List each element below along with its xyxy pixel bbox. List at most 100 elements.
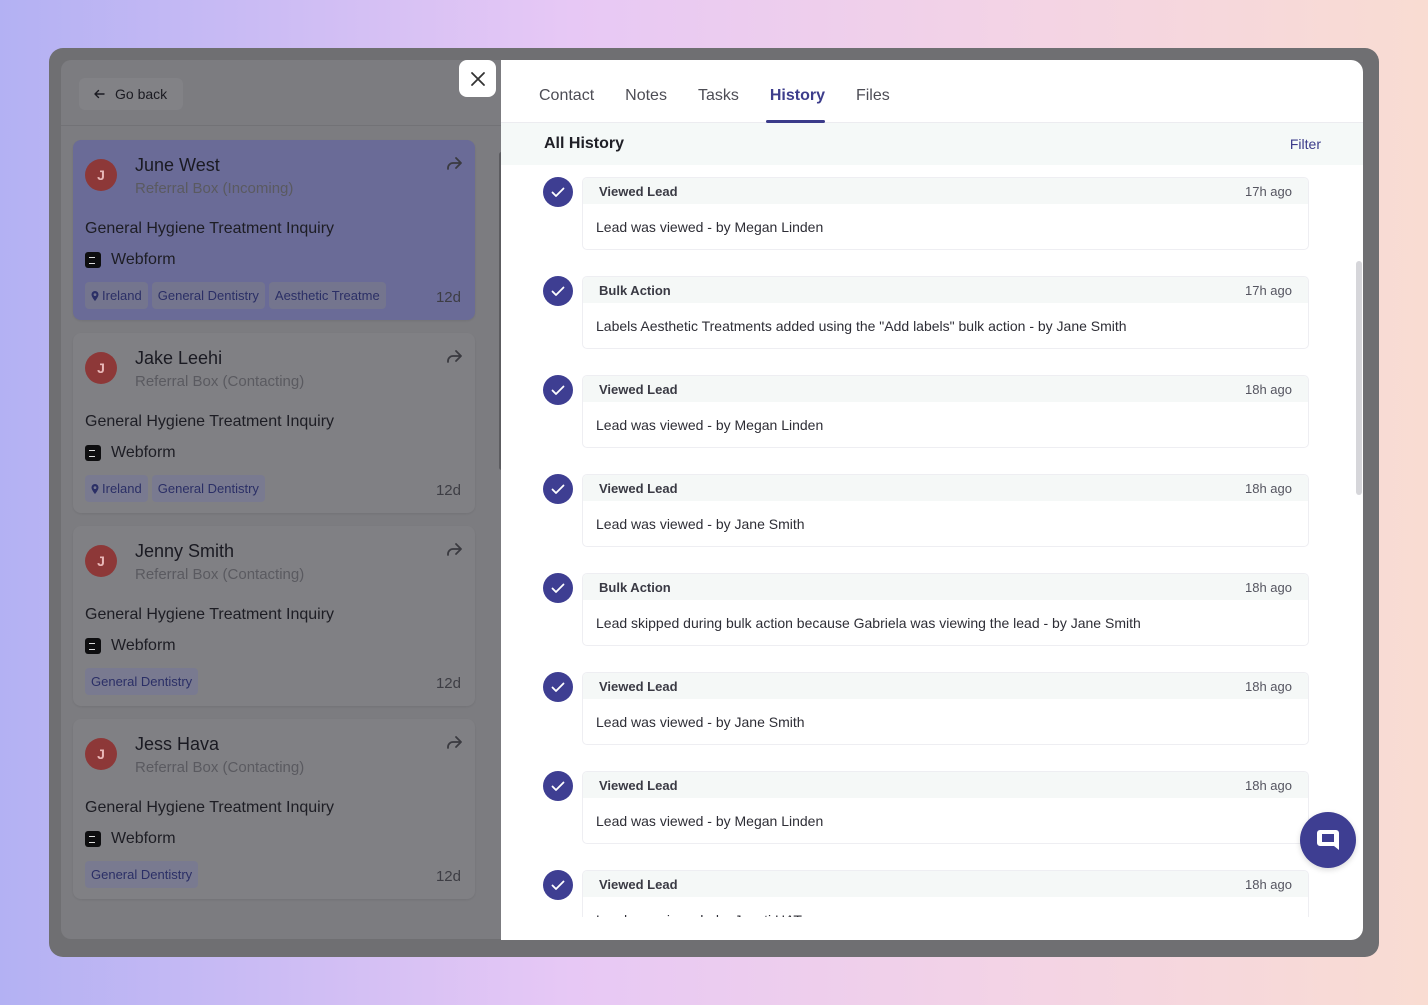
lead-name: Jake Leehi (135, 348, 223, 368)
lead-status: Referral Box (Contacting) (135, 373, 305, 390)
lead-tag-label: Ireland (102, 288, 142, 303)
history-text: Lead was viewed - by Megan Linden (596, 219, 824, 235)
history-time: 18h ago (1245, 480, 1292, 496)
history-card: Viewed Lead 18h ago Lead was viewed - by J… (582, 672, 1309, 745)
share-arrow-icon[interactable] (445, 541, 463, 559)
history-text: Lead was viewed - by Jane Smith (596, 714, 805, 730)
share-arrow-icon[interactable] (445, 348, 463, 366)
history-text: Labels Aesthetic Treatments added using … (596, 318, 1127, 334)
lead-tags: Ireland General Dentistry (85, 475, 265, 502)
form-icon (85, 638, 101, 654)
share-arrow-icon[interactable] (445, 734, 463, 752)
lead-list: J June West Referral Box (Incoming) General… (73, 140, 475, 912)
history-time: 18h ago (1245, 579, 1292, 595)
tab-files[interactable]: Files (856, 60, 890, 123)
lead-status: Referral Box (Incoming) (135, 180, 294, 197)
lead-source-label: Webform (111, 830, 176, 847)
history-scrollbar[interactable] (1356, 261, 1362, 495)
map-pin-icon (91, 290, 99, 301)
lead-tags: General Dentistry (85, 668, 199, 695)
history-type: Viewed Lead (599, 381, 678, 397)
form-icon (85, 445, 101, 461)
chat-launcher-button[interactable] (1300, 812, 1356, 868)
history-card: Bulk Action 17h ago Labels Aesthetic Treat… (582, 276, 1309, 349)
history-text: Lead was viewed - by Megan Linden (596, 417, 824, 433)
lead-inquiry: General Hygiene Treatment Inquiry (85, 606, 335, 623)
lead-age: 12d (435, 675, 461, 692)
lead-age: 12d (435, 868, 461, 885)
detail-tabs: Contact Notes Tasks History Files (501, 60, 1363, 123)
history-card-header: Viewed Lead 17h ago (583, 178, 1308, 204)
lead-name: Jenny Smith (135, 541, 235, 561)
lead-card[interactable]: J Jess Hava Referral Box (Contacting) Gener… (73, 719, 475, 899)
lead-source-label: Webform (111, 251, 176, 268)
close-icon (470, 71, 485, 86)
check-icon (543, 672, 573, 702)
lead-card[interactable]: J Jake Leehi Referral Box (Contacting) Gene… (73, 333, 475, 513)
map-pin-icon (91, 483, 99, 494)
check-icon (543, 573, 573, 603)
history-card: Viewed Lead 18h ago Lead was viewed - by M… (582, 375, 1309, 448)
avatar: J (85, 738, 117, 770)
go-back-label: Go back (115, 86, 168, 102)
lead-tag: General Dentistry (85, 668, 199, 695)
check-icon (543, 474, 573, 504)
history-time: 18h ago (1245, 381, 1292, 397)
lead-detail-panel: Contact Notes Tasks History Files All Histor… (501, 60, 1363, 940)
tab-tasks[interactable]: Tasks (698, 60, 739, 123)
share-arrow-icon[interactable] (445, 155, 463, 173)
check-icon (543, 375, 573, 405)
history-type: Viewed Lead (599, 777, 678, 793)
lead-source-label: Webform (111, 637, 176, 654)
lead-list-panel: Go back J June West Referral Box (Incoming… (61, 60, 511, 939)
go-back-button[interactable]: Go back (79, 78, 184, 110)
history-title: All History (544, 135, 625, 152)
history-card-header: Viewed Lead 18h ago (583, 871, 1308, 897)
lead-list-header: Go back (61, 60, 511, 126)
lead-tag-label: Aesthetic Treatme (274, 288, 380, 303)
lead-tag-label: General Dentistry (91, 674, 193, 689)
lead-age: 12d (435, 482, 461, 499)
lead-card[interactable]: J Jenny Smith Referral Box (Contacting) Gen… (73, 526, 475, 706)
history-time: 18h ago (1245, 777, 1292, 793)
close-button[interactable] (459, 60, 496, 97)
lead-tag: General Dentistry (151, 282, 265, 309)
check-icon (543, 177, 573, 207)
history-card-header: Bulk Action 18h ago (583, 574, 1308, 600)
history-text: Lead was viewed - by Jane Smith (596, 516, 805, 532)
avatar: J (85, 352, 117, 384)
history-card: Viewed Lead 18h ago Lead was viewed - by M… (582, 771, 1309, 844)
history-text: Lead skipped during bulk action because … (596, 615, 1141, 631)
lead-tag: Ireland (85, 282, 148, 309)
arrow-left-icon (94, 89, 105, 99)
history-time: 18h ago (1245, 876, 1292, 892)
lead-tag: Aesthetic Treatme (268, 282, 386, 309)
history-type: Viewed Lead (599, 480, 678, 496)
history-type: Bulk Action (599, 579, 671, 595)
lead-name: Jess Hava (135, 734, 220, 754)
tab-contact[interactable]: Contact (539, 60, 594, 123)
check-icon (543, 771, 573, 801)
tab-history[interactable]: History (765, 60, 826, 123)
lead-source: Webform (85, 830, 176, 848)
form-icon (85, 831, 101, 847)
history-type: Viewed Lead (599, 876, 678, 892)
filter-link[interactable]: Filter (1290, 136, 1321, 152)
lead-tag-label: General Dentistry (157, 481, 259, 496)
history-card-header: Viewed Lead 18h ago (583, 673, 1308, 699)
lead-source: Webform (85, 444, 176, 462)
lead-status: Referral Box (Contacting) (135, 759, 305, 776)
lead-tag-label: General Dentistry (91, 867, 193, 882)
history-card-header: Viewed Lead 18h ago (583, 772, 1308, 798)
lead-tag: General Dentistry (85, 861, 199, 888)
tab-notes[interactable]: Notes (625, 60, 667, 123)
modal-frame: Go back J June West Referral Box (Incoming… (49, 48, 1379, 957)
history-type: Viewed Lead (599, 183, 678, 199)
history-time: 17h ago (1245, 282, 1292, 298)
history-type: Bulk Action (599, 282, 671, 298)
lead-tag-label: Ireland (102, 481, 142, 496)
chat-bubble-icon (1317, 830, 1339, 850)
lead-tag: Ireland (85, 475, 148, 502)
lead-card[interactable]: J June West Referral Box (Incoming) General… (73, 140, 475, 320)
lead-inquiry: General Hygiene Treatment Inquiry (85, 799, 335, 816)
